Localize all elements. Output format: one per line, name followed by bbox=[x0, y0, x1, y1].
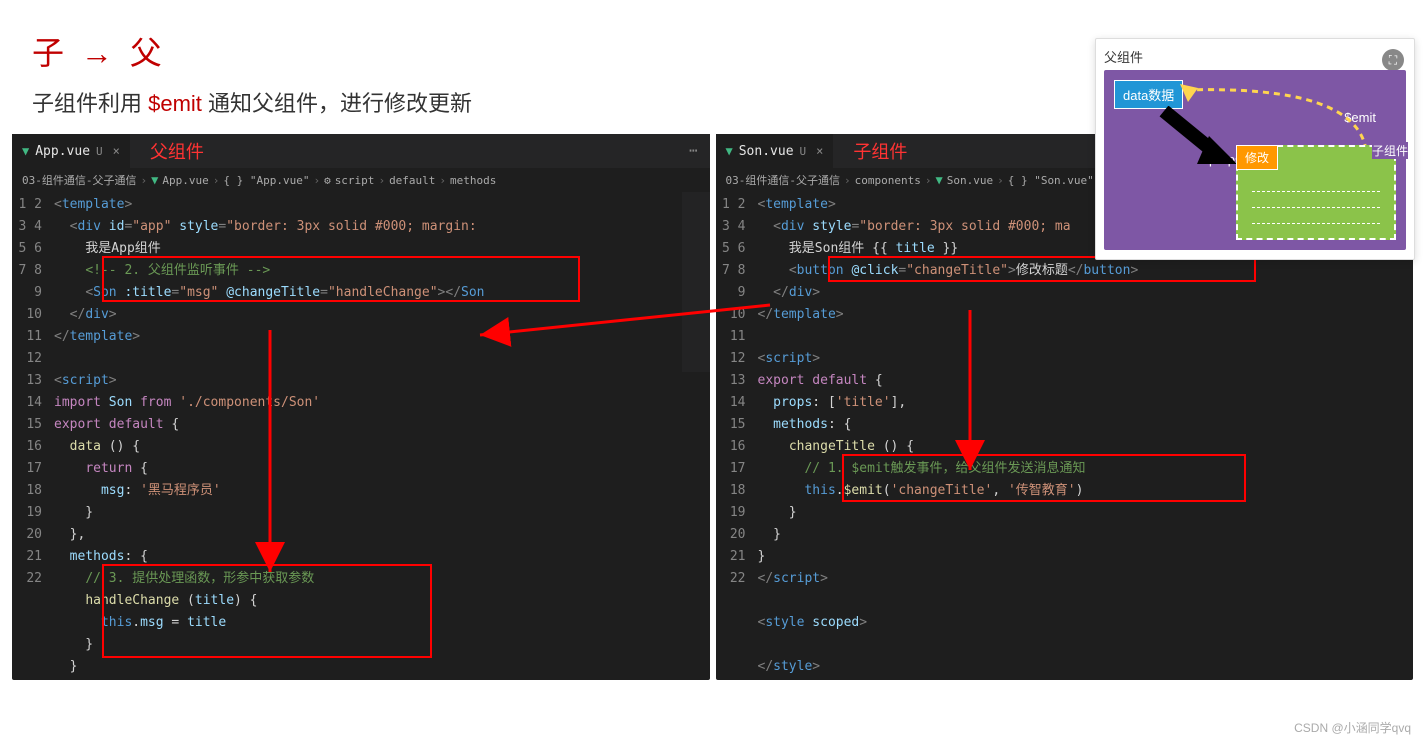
line-gutter: 1 2 3 4 5 6 7 8 9 10 11 12 13 14 15 16 1… bbox=[716, 192, 758, 680]
tab-bar: ▼ App.vue U × 父组件 ⋯ bbox=[12, 134, 710, 168]
child-component-box: 修改 bbox=[1236, 145, 1396, 240]
title-child: 子 bbox=[32, 35, 64, 71]
parent-component-box: data数据 $emit props 修改 子组件 bbox=[1104, 70, 1406, 250]
code-content: <template> <div style="border: 3px solid… bbox=[758, 192, 1414, 680]
code-area-left[interactable]: 1 2 3 4 5 6 7 8 9 10 11 12 13 14 15 16 1… bbox=[12, 192, 710, 680]
tab-status: U bbox=[800, 145, 807, 158]
file-tab-son[interactable]: ▼ Son.vue U × bbox=[716, 134, 834, 168]
editor-label-child: 子组件 bbox=[853, 138, 907, 164]
editor-label-parent: 父组件 bbox=[150, 138, 204, 164]
breadcrumb[interactable]: 03-组件通信-父子通信› ▼App.vue› { } "App.vue"› ⚙… bbox=[12, 168, 710, 192]
diagram-card: ⛶ 父组件 data数据 $emit props 修改 子组件 bbox=[1095, 38, 1415, 260]
tab-filename: App.vue bbox=[35, 144, 90, 159]
tab-filename: Son.vue bbox=[739, 144, 794, 159]
vue-icon: ▼ bbox=[726, 144, 733, 158]
tab-status: U bbox=[96, 145, 103, 158]
code-content: <template> <div id="app" style="border: … bbox=[54, 192, 710, 680]
file-tab-app[interactable]: ▼ App.vue U × bbox=[12, 134, 130, 168]
watermark: CSDN @小涵同学qvq bbox=[1294, 719, 1411, 736]
minimap[interactable] bbox=[682, 192, 710, 372]
editor-parent: ▼ App.vue U × 父组件 ⋯ 03-组件通信-父子通信› ▼App.v… bbox=[12, 134, 710, 680]
title-parent: 父 bbox=[130, 35, 162, 71]
diagram-title: 父组件 bbox=[1104, 47, 1406, 66]
data-box: data数据 bbox=[1114, 80, 1183, 109]
modify-box: 修改 bbox=[1236, 145, 1278, 170]
child-label: 子组件 bbox=[1372, 142, 1408, 159]
more-icon[interactable]: ⋯ bbox=[689, 143, 699, 159]
close-icon[interactable]: × bbox=[113, 144, 120, 158]
title-arrow: → bbox=[81, 35, 113, 71]
vue-icon: ▼ bbox=[22, 144, 29, 158]
close-icon[interactable]: × bbox=[816, 144, 823, 158]
code-area-right[interactable]: 1 2 3 4 5 6 7 8 9 10 11 12 13 14 15 16 1… bbox=[716, 192, 1414, 680]
expand-icon[interactable]: ⛶ bbox=[1382, 49, 1404, 71]
line-gutter: 1 2 3 4 5 6 7 8 9 10 11 12 13 14 15 16 1… bbox=[12, 192, 54, 680]
